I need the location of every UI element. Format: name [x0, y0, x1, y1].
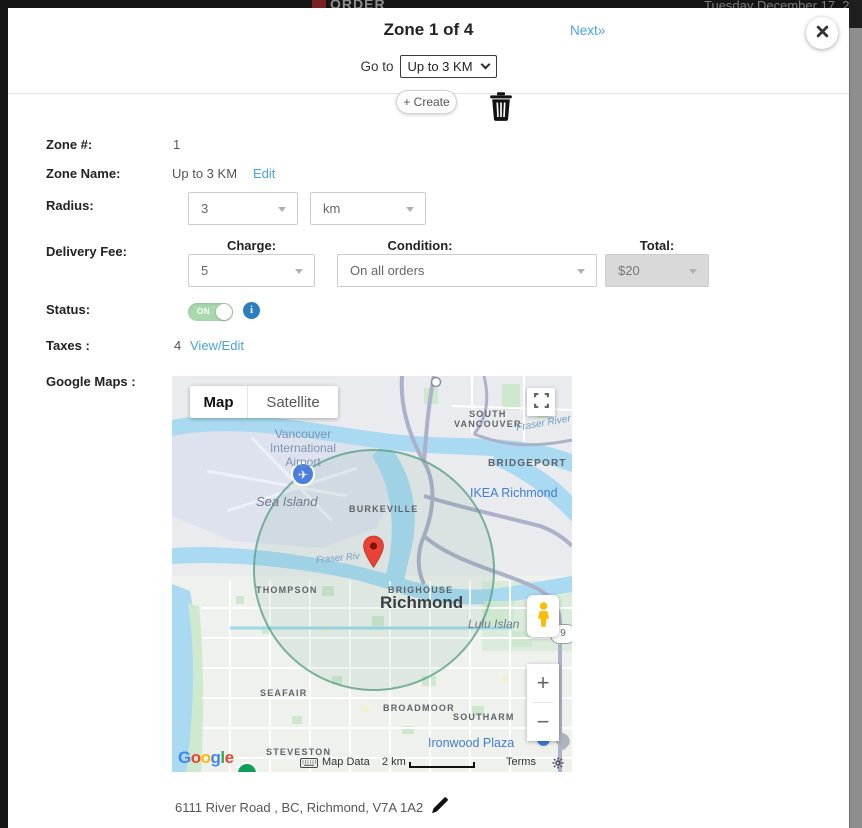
delivery-fee-label: Delivery Fee:	[46, 244, 127, 259]
map-label: Ironwood Plaza	[428, 736, 514, 750]
map-label: BROADMOOR	[383, 703, 455, 713]
fullscreen-icon	[534, 393, 549, 411]
radius-unit-select[interactable]: km	[310, 192, 426, 225]
scale-bar	[409, 762, 475, 768]
zone-name-value: Up to 3 KM	[172, 166, 237, 181]
google-map-canvas[interactable]: ✈ SOUTH VANCOUVER Fraser River BRIDGEPOR…	[172, 376, 572, 772]
report-error-icon[interactable]	[552, 757, 564, 772]
create-zone-button[interactable]: + Create	[396, 90, 457, 114]
pegman-icon	[535, 601, 552, 631]
toggle-on-text: ON	[197, 307, 210, 316]
condition-value: On all orders	[350, 263, 424, 278]
edit-address-button[interactable]	[431, 797, 448, 817]
total-header: Total:	[605, 238, 709, 253]
pencil-icon	[431, 802, 448, 817]
taxes-value: 4	[174, 338, 181, 353]
zone-number-label: Zone #:	[46, 137, 92, 152]
fullscreen-button[interactable]	[527, 388, 555, 416]
map-label: Sea Island	[256, 495, 317, 510]
page-scrollbar[interactable]	[849, 0, 862, 828]
zone-name-edit-link[interactable]: Edit	[253, 166, 275, 181]
radius-value-select[interactable]: 3	[188, 192, 298, 225]
scale-text: 2 km	[382, 756, 406, 768]
brand-logo-icon	[312, 0, 326, 8]
total-value: $20	[618, 263, 640, 278]
condition-header: Condition:	[337, 238, 503, 253]
map-label: Lulu Islan	[468, 618, 519, 632]
modal-title: Zone 1 of 4	[8, 20, 849, 40]
zone-name-label: Zone Name:	[46, 166, 120, 181]
chevron-down-icon	[480, 60, 490, 70]
radius-unit-value: km	[323, 201, 340, 216]
map-label: SOUTHARM	[453, 712, 515, 722]
charge-value: 5	[201, 263, 208, 278]
scrollbar-thumb[interactable]	[849, 28, 862, 828]
zone-editor-modal: Zone 1 of 4 Next» Go to Up to 3 KM + Cre…	[8, 8, 849, 828]
terms-link[interactable]: Terms	[506, 756, 536, 768]
goto-zone-row: Go to Up to 3 KM	[8, 55, 849, 78]
status-label: Status:	[46, 302, 90, 317]
goto-zone-select[interactable]: Up to 3 KM	[400, 55, 497, 78]
map-type-satellite-button[interactable]: Satellite	[248, 386, 338, 418]
page-backdrop-left	[0, 0, 8, 828]
map-label: THOMPSON	[256, 585, 318, 595]
delete-zone-button[interactable]	[489, 91, 513, 122]
keyboard-shortcuts-icon[interactable]	[300, 758, 318, 771]
charge-select[interactable]: 5	[188, 254, 315, 287]
close-button[interactable]	[806, 17, 838, 49]
caret-down-icon	[689, 269, 697, 274]
map-data-text: Map Data	[322, 756, 370, 768]
caret-down-icon	[577, 269, 585, 274]
toggle-knob	[216, 304, 232, 320]
goto-label: Go to	[360, 59, 393, 74]
radius-label: Radius:	[46, 198, 94, 213]
trash-icon	[489, 110, 513, 125]
info-icon[interactable]: i	[243, 302, 260, 319]
next-zone-link[interactable]: Next»	[570, 23, 605, 38]
zone-number-value: 1	[173, 137, 180, 152]
map-label: IKEA Richmond	[470, 486, 558, 500]
map-type-control: Map Satellite	[190, 386, 338, 418]
radius-selected-value: 3	[201, 201, 208, 216]
caret-down-icon	[278, 207, 286, 212]
caret-down-icon	[406, 207, 414, 212]
caret-down-icon	[295, 269, 303, 274]
close-icon	[816, 25, 829, 41]
google-logo[interactable]: Google	[178, 748, 234, 768]
map-type-map-button[interactable]: Map	[190, 386, 248, 418]
brand-logo-text: ORDER	[330, 0, 386, 8]
map-label: SEAFAIR	[260, 688, 307, 698]
street-view-pegman-button[interactable]	[527, 595, 559, 637]
map-label: BURKEVILLE	[349, 504, 419, 514]
svg-text:✈: ✈	[298, 468, 308, 482]
google-maps-label: Google Maps :	[46, 374, 136, 389]
map-label: Richmond	[380, 593, 463, 613]
header-datetime: Tuesday December 17, 2	[704, 0, 849, 8]
zone-address-row: 6111 River Road , BC, Richmond, V7A 1A2	[175, 797, 448, 817]
total-select-disabled: $20	[605, 254, 709, 287]
map-label: SOUTH VANCOUVER	[454, 409, 522, 430]
map-label: Vancouver International Airport	[260, 428, 346, 469]
charge-header: Charge:	[188, 238, 315, 253]
page-header-strip: ORDER Tuesday December 17, 2	[0, 0, 862, 8]
zoom-in-button[interactable]: +	[527, 664, 559, 702]
condition-select[interactable]: On all orders	[337, 254, 597, 287]
zoom-out-button[interactable]: −	[527, 703, 559, 741]
taxes-view-edit-link[interactable]: View/Edit	[190, 338, 244, 353]
taxes-label: Taxes :	[46, 338, 90, 353]
goto-selected-value: Up to 3 KM	[408, 59, 473, 74]
zone-address: 6111 River Road , BC, Richmond, V7A 1A2	[175, 800, 423, 815]
map-zoom-control: + −	[527, 664, 559, 741]
map-label: BRIDGEPORT	[488, 458, 567, 470]
status-toggle[interactable]: ON	[188, 303, 233, 321]
